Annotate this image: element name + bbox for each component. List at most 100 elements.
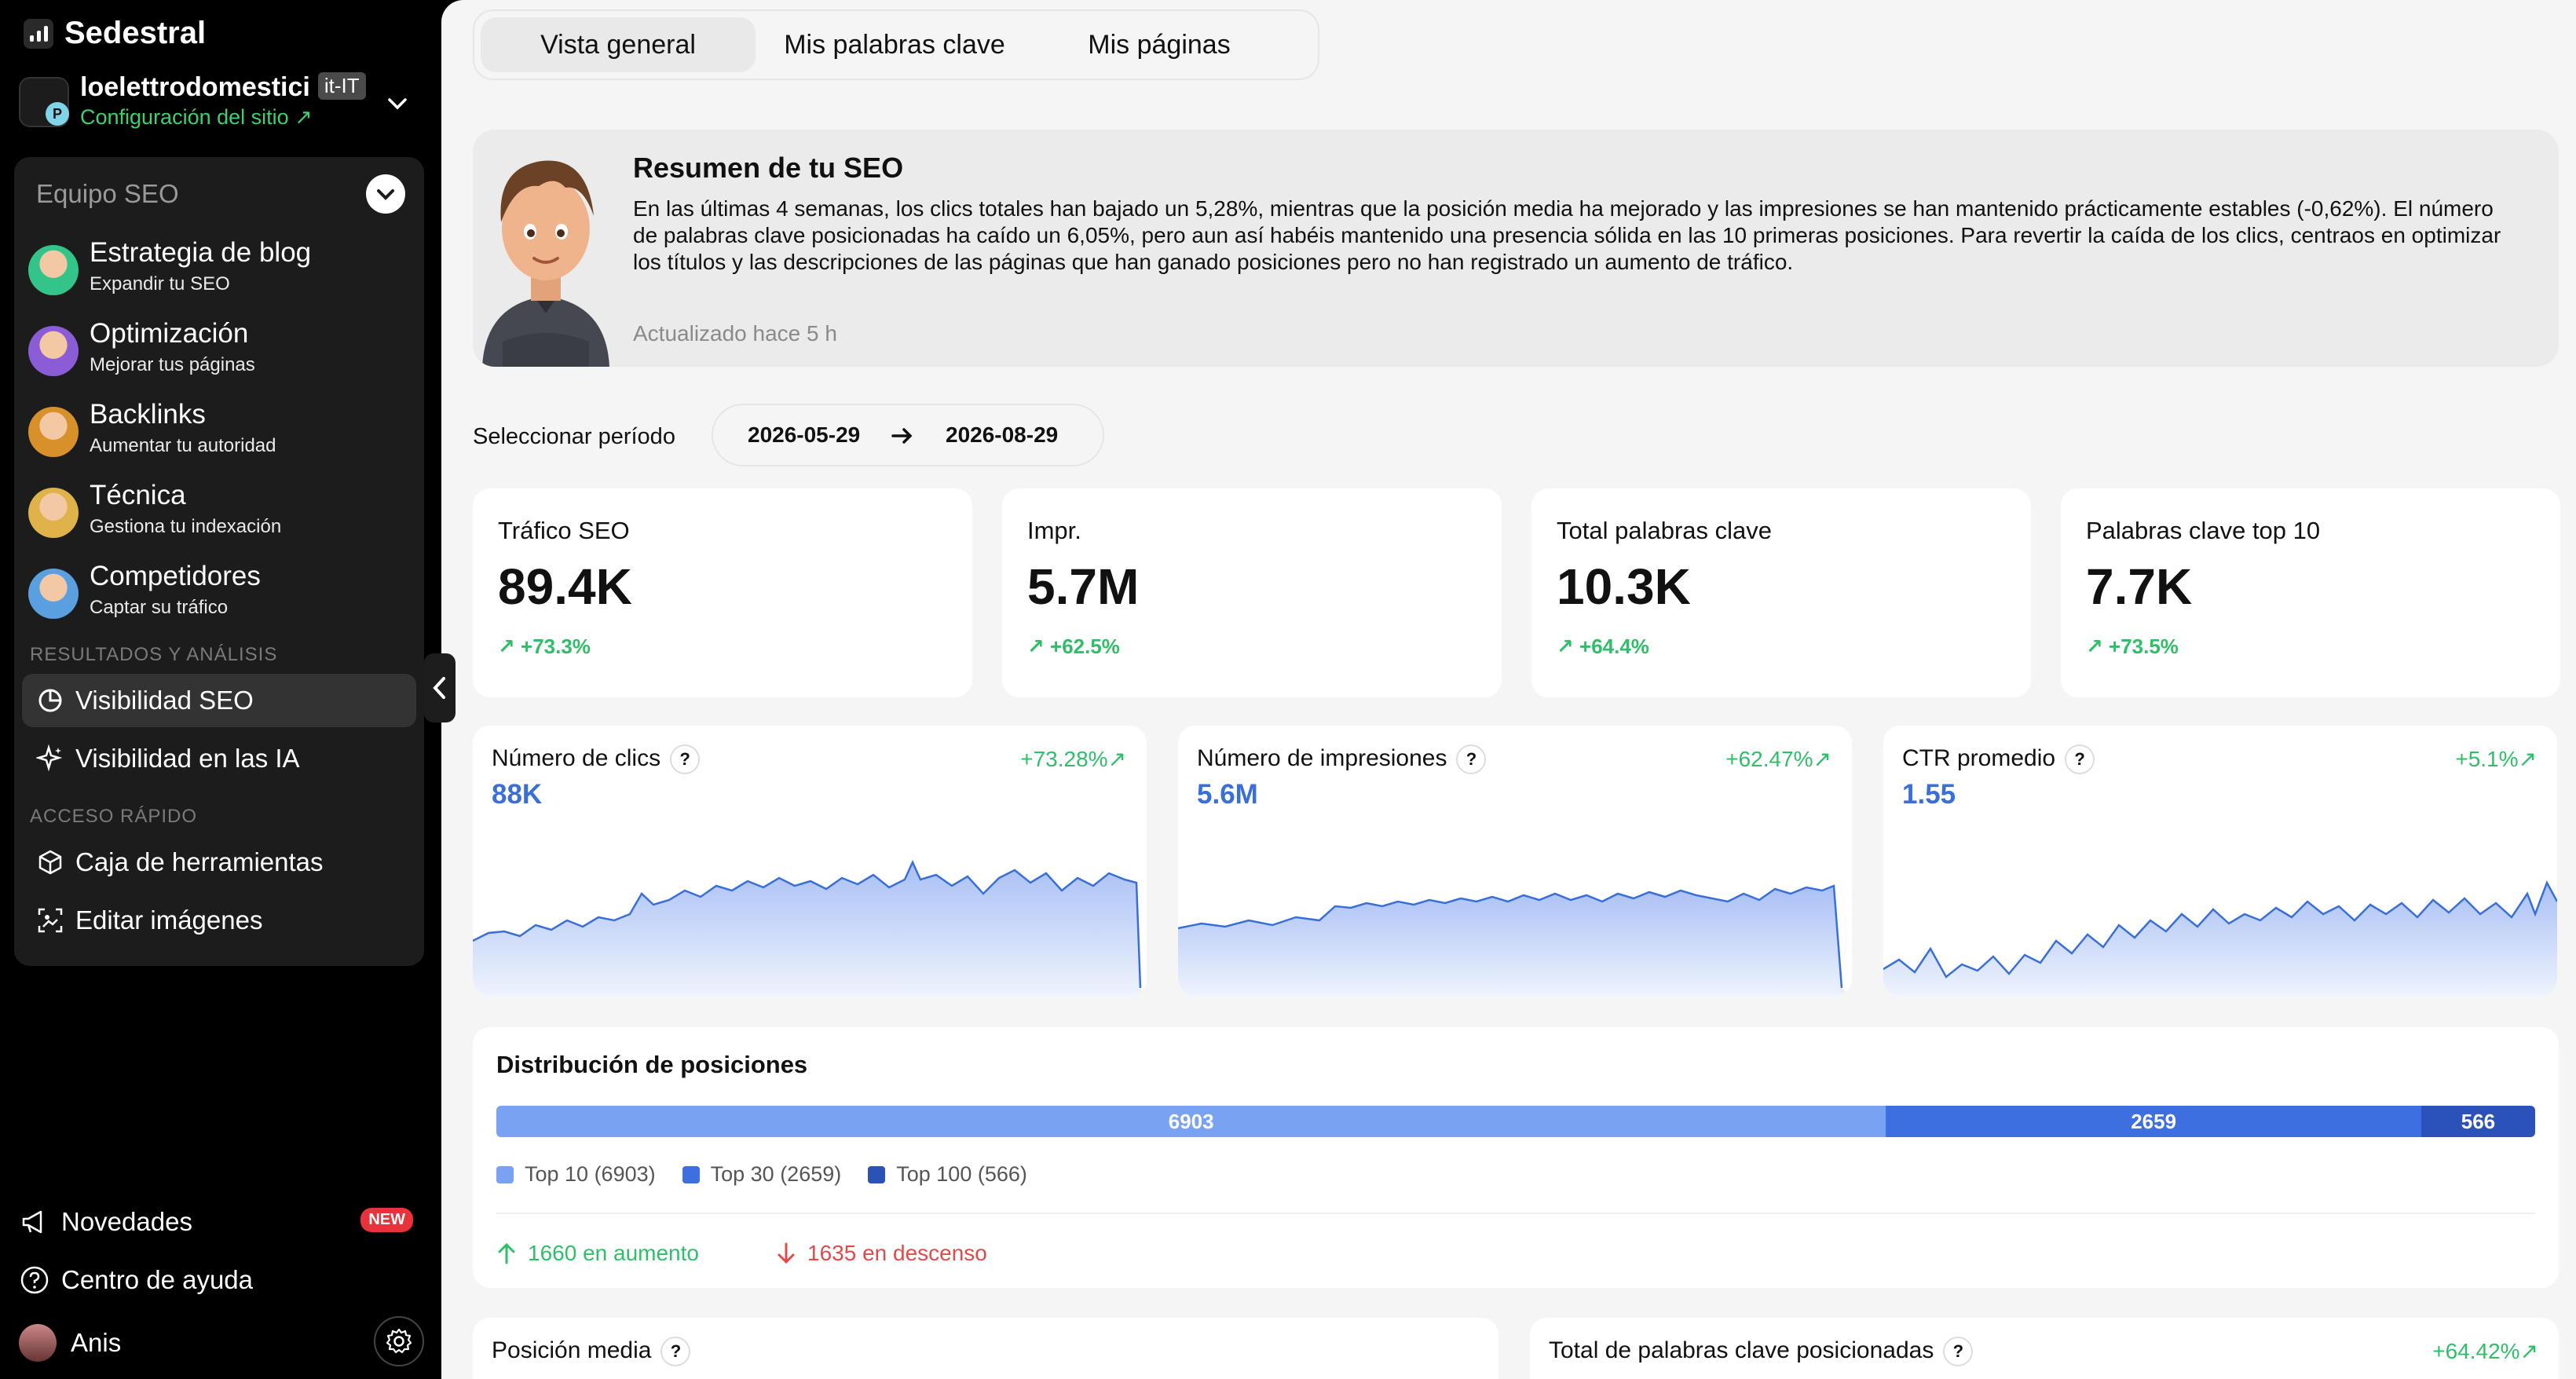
legend-label: Top 100 (566) [896,1162,1027,1186]
help-tooltip-icon[interactable]: ? [1943,1337,1974,1366]
help-tooltip-icon[interactable]: ? [660,1337,691,1366]
chevron-left-icon [433,677,445,699]
distribution-legend: Top 10 (6903) Top 30 (2659) Top 100 (566) [496,1162,1027,1187]
spark-card-impresiones[interactable]: Número de impresiones? 5.6M +62.47%↗ [1178,726,1852,996]
spark-value: 1.55 [1902,779,1956,810]
results-section-heading: RESULTADOS Y ANÁLISIS [30,644,278,665]
kpi-card-top10[interactable]: Palabras clave top 10 7.7K ↗ +73.5% [2061,488,2560,697]
position-distribution-card: Distribución de posiciones 6903 2659 566 T… [473,1027,2559,1288]
help-label: Centro de ayuda [61,1265,254,1294]
spark-delta: +5.1%↗ [2455,747,2537,771]
tab-mis-paginas[interactable]: Mis páginas [1034,17,1285,72]
agent-item[interactable]: Estrategia de blog Expandir tu SEO [28,237,413,308]
summary-updated: Actualizado hace 5 h [633,321,837,346]
help-tooltip-icon[interactable]: ? [1456,744,1487,774]
news-link[interactable]: Novedades [19,1206,192,1238]
news-label: Novedades [61,1207,192,1236]
sidebar: Sedestral P loelettrodomestici it-IT Conf… [0,0,440,1379]
brand-logo-icon [24,18,53,49]
distribution-segment[interactable]: 6903 [496,1106,1886,1137]
box-icon [38,850,62,875]
spark-card-clics[interactable]: Número de clics? 88K +73.28%↗ [473,726,1147,996]
total-ranked-keywords-card[interactable]: Total de palabras clave posicionadas? +6… [1530,1318,2559,1379]
nav-label: Editar imágenes [75,905,263,935]
nav-visibilidad-seo[interactable]: Visibilidad SEO [22,674,416,727]
settings-button[interactable] [374,1316,424,1366]
kpi-label: Tráfico SEO [498,517,630,544]
kpi-value: 5.7M [1027,558,1140,615]
agent-title: Backlinks [90,399,206,430]
keywords-falling: 1635 en descenso [776,1241,987,1266]
tab-bar: Vista general Mis palabras clave Mis pág… [473,9,1319,80]
agent-item[interactable]: Backlinks Aumentar tu autoridad [28,399,413,470]
kpi-label: Palabras clave top 10 [2086,517,2321,544]
kpi-card-trafico[interactable]: Tráfico SEO 89.4K ↗ +73.3% [473,488,972,697]
avg-position-card[interactable]: Posición media? [473,1318,1498,1379]
sparkline-ctr [1883,880,2557,996]
distribution-segment[interactable]: 566 [2420,1106,2535,1137]
nav-editar-imagenes[interactable]: Editar imágenes [22,894,416,947]
agent-avatar [28,488,79,538]
chevron-down-icon[interactable] [382,88,413,119]
agent-item[interactable]: Técnica Gestiona tu indexación [28,480,413,551]
card-label: Total de palabras clave posicionadas? [1549,1337,1974,1366]
tab-mis-palabras-clave[interactable]: Mis palabras clave [756,17,1034,72]
arrow-up-icon [498,1242,515,1264]
gear-icon [386,1328,412,1354]
nav-label: Visibilidad en las IA [75,744,300,773]
spark-label: Número de clics? [492,744,701,774]
card-label: Posición media? [492,1337,691,1366]
agent-title: Optimización [90,318,249,349]
agent-title: Estrategia de blog [90,237,312,268]
team-collapse-toggle[interactable] [366,174,405,214]
kpi-value: 10.3K [1557,558,1691,615]
date-range-picker[interactable]: 2026-05-29 2026-08-29 [712,404,1104,466]
legend-label: Top 10 (6903) [525,1162,656,1186]
agent-avatar [28,569,79,619]
help-tooltip-icon[interactable]: ? [2065,744,2095,774]
spark-delta: +73.28%↗ [1020,747,1126,771]
agent-title: Competidores [90,561,261,591]
kpi-delta: ↗ +73.5% [2086,635,2179,658]
sidebar-collapse-button[interactable] [424,653,456,722]
agent-avatar [28,407,79,457]
legend-item: Top 10 (6903) [496,1162,656,1187]
distribution-segment[interactable]: 2659 [1886,1106,2421,1137]
card-delta: +64.42%↗ [2432,1339,2538,1363]
spark-label: CTR promedio? [1902,744,2095,774]
kpi-value: 7.7K [2086,558,2193,615]
legend-swatch [496,1165,514,1183]
brand[interactable]: Sedestral [24,16,206,51]
agent-item[interactable]: Competidores Captar su tráfico [28,561,413,631]
spark-card-ctr[interactable]: CTR promedio? 1.55 +5.1%↗ [1883,726,2557,996]
kpi-card-total-palabras[interactable]: Total palabras clave 10.3K ↗ +64.4% [1531,488,2031,697]
seo-summary-card: Resumen de tu SEO En las últimas 4 seman… [473,130,2559,367]
summary-title: Resumen de tu SEO [633,152,904,184]
new-badge: NEW [360,1208,413,1232]
nav-caja-herramientas[interactable]: Caja de herramientas [22,836,416,889]
spark-value: 88K [492,779,543,810]
pie-chart-icon [38,689,62,712]
agent-item[interactable]: Optimización Mejorar tus páginas [28,318,413,389]
user-profile[interactable]: Anis [19,1324,121,1362]
agent-subtitle: Expandir tu SEO [90,273,230,294]
megaphone-icon [22,1210,42,1234]
help-tooltip-icon[interactable]: ? [670,744,701,774]
help-center-link[interactable]: Centro de ayuda [19,1264,253,1296]
site-selector[interactable]: P loelettrodomestici it-IT Configuración … [19,72,412,135]
falling-label: 1635 en descenso [807,1241,987,1265]
site-config-link[interactable]: Configuración del sitio ↗ [80,105,313,130]
sparkle-icon [36,744,63,772]
assistant-mascot-image [482,160,609,367]
kpi-card-impresiones[interactable]: Impr. 5.7M ↗ +62.5% [1002,488,1502,697]
period-start: 2026-05-29 [748,422,861,447]
kpi-value: 89.4K [498,558,632,615]
tab-vista-general[interactable]: Vista general [481,17,756,72]
sparkline-impresiones [1178,884,1852,996]
main-content: Vista general Mis palabras clave Mis pág… [441,0,2576,1379]
agent-subtitle: Captar su tráfico [90,597,229,618]
nav-visibilidad-ia[interactable]: Visibilidad en las IA [22,732,416,785]
kpi-delta: ↗ +62.5% [1027,635,1120,658]
legend-label: Top 30 (2659) [710,1162,842,1186]
spark-value: 5.6M [1197,779,1258,810]
